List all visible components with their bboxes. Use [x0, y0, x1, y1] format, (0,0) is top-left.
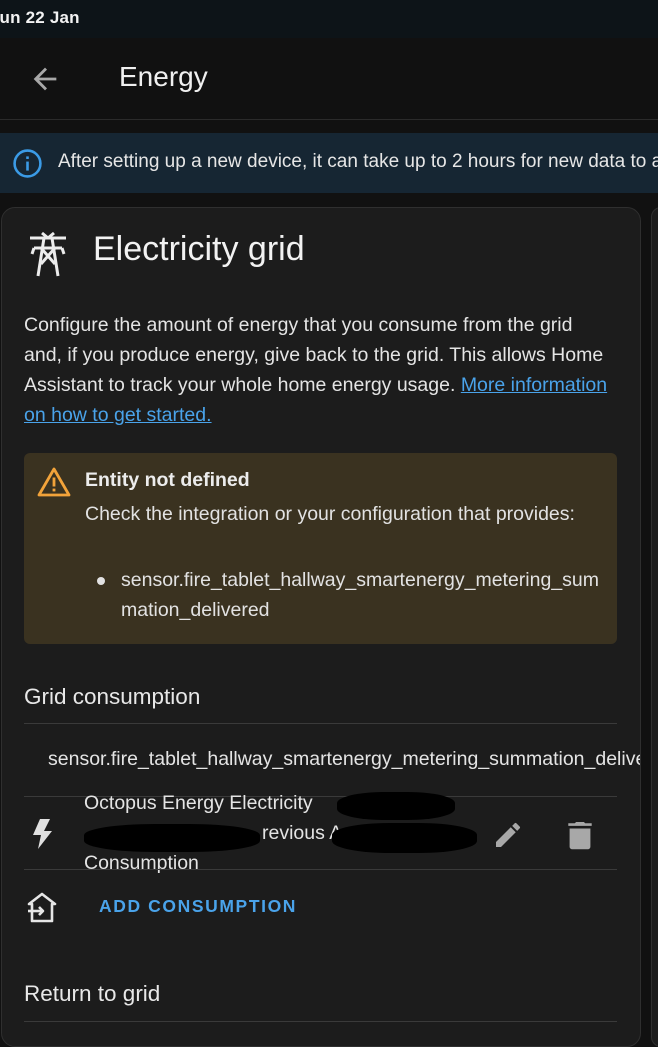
redaction-mark — [332, 823, 477, 853]
redaction-mark — [84, 824, 260, 852]
consumption-item: Octopus Energy Electricity revious Accu … — [2, 792, 640, 874]
add-consumption-label[interactable]: ADD CONSUMPTION — [99, 896, 297, 917]
info-banner: After setting up a new device, it can ta… — [0, 133, 658, 193]
flash-icon — [33, 819, 52, 849]
warning-alert: Entity not defined Check the integration… — [24, 453, 617, 644]
warning-title: Entity not defined — [85, 469, 250, 491]
consumption-entity-id: sensor.fire_tablet_hallway_smartenergy_m… — [48, 748, 641, 770]
add-consumption-button[interactable]: ADD CONSUMPTION — [2, 883, 640, 933]
warning-body: Check the integration or your configurat… — [85, 503, 575, 525]
app-bar: Energy — [0, 38, 658, 120]
card-title: Electricity grid — [93, 230, 305, 268]
electricity-grid-card: Electricity grid Configure the amount of… — [1, 207, 641, 1047]
info-circle-icon — [13, 149, 42, 178]
page-title: Energy — [119, 61, 208, 92]
consumption-name-line1: Octopus Energy Electricity — [84, 792, 313, 814]
card-header: Electricity grid — [2, 208, 640, 288]
return-to-grid-heading: Return to grid — [24, 981, 161, 1006]
bullet-dot — [97, 577, 105, 585]
trash-icon[interactable] — [567, 819, 593, 851]
card-description: Configure the amount of energy that you … — [24, 310, 614, 430]
status-time: Sun 22 Jan — [0, 8, 80, 27]
warning-list-item: sensor.fire_tablet_hallway_smartenergy_m… — [121, 569, 599, 621]
next-card-edge — [651, 207, 658, 1047]
info-banner-text: After setting up a new device, it can ta… — [58, 151, 658, 172]
grid-consumption-heading: Grid consumption — [24, 684, 201, 709]
alert-triangle-icon — [37, 467, 71, 497]
status-bar: Sun 22 Jan — [0, 0, 658, 38]
arrow-left-icon[interactable] — [28, 62, 62, 96]
pencil-icon[interactable] — [492, 819, 524, 851]
redaction-mark — [337, 792, 455, 820]
divider — [24, 723, 617, 724]
divider — [24, 1021, 617, 1022]
transmission-tower-icon — [30, 231, 66, 277]
consumption-name-line3: Consumption — [84, 852, 199, 874]
transmission-tower-import-icon — [27, 892, 57, 923]
divider — [24, 869, 617, 870]
